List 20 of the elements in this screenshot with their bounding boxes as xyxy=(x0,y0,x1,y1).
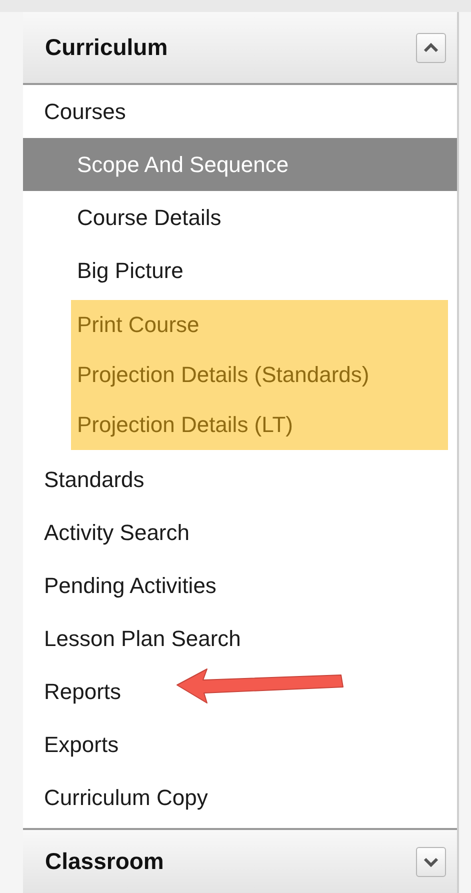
submenu-item[interactable]: Big Picture xyxy=(23,244,457,297)
menu-item[interactable]: Lesson Plan Search xyxy=(23,612,457,665)
menu-item[interactable]: Exports xyxy=(23,718,457,771)
chevron-down-icon xyxy=(423,856,439,866)
submenu-item[interactable]: Print Course xyxy=(71,300,448,350)
chevron-up-icon xyxy=(423,42,439,52)
menu-item[interactable]: Curriculum Copy xyxy=(23,771,457,824)
submenu-item[interactable]: Projection Details (LT) xyxy=(71,400,448,450)
submenu-item[interactable]: Course Details xyxy=(23,191,457,244)
menu-item[interactable]: Courses xyxy=(23,85,457,138)
section-title: Curriculum xyxy=(45,34,168,61)
submenu-item[interactable]: Projection Details (Standards) xyxy=(71,350,448,400)
submenu-item[interactable]: Scope And Sequence xyxy=(23,138,457,191)
menu-item[interactable]: Reports xyxy=(23,665,457,718)
menu-item[interactable]: Activity Search xyxy=(23,506,457,559)
section-title: Classroom xyxy=(45,848,164,875)
collapse-button[interactable] xyxy=(416,846,446,876)
collapse-button[interactable] xyxy=(416,32,446,62)
menu-item[interactable]: Pending Activities xyxy=(23,559,457,612)
menu-item[interactable]: Standards xyxy=(23,453,457,506)
